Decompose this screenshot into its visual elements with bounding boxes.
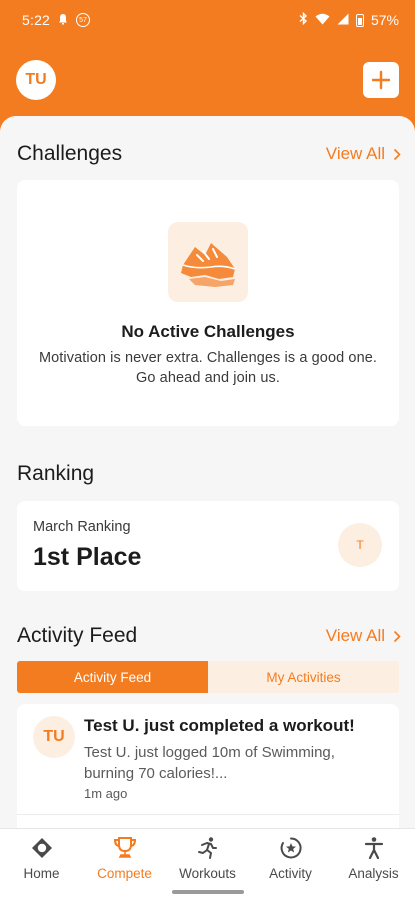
battery-icon xyxy=(355,13,364,27)
nav-activity[interactable]: Activity xyxy=(249,835,332,900)
empty-challenges-title: No Active Challenges xyxy=(121,322,295,341)
challenges-header: Challenges View All xyxy=(17,142,401,166)
ranking-label: March Ranking xyxy=(33,519,131,535)
activity-tabs: Activity Feed My Activities xyxy=(17,661,399,693)
ranking-value: 1st Place xyxy=(33,543,142,571)
nav-workouts-label: Workouts xyxy=(179,866,236,881)
chevron-right-icon xyxy=(393,148,401,160)
add-button[interactable] xyxy=(363,62,399,98)
activity-icon xyxy=(279,835,303,861)
activity-feed-title: Activity Feed xyxy=(17,624,138,647)
feed-divider xyxy=(17,814,399,815)
top-bar: TU xyxy=(0,58,415,102)
notification-icon xyxy=(57,13,69,28)
tab-my-activities[interactable]: My Activities xyxy=(208,661,399,693)
view-all-label: View All xyxy=(325,144,385,163)
running-person-icon xyxy=(196,835,220,861)
tab-activity-feed[interactable]: Activity Feed xyxy=(17,661,208,693)
ranking-card[interactable]: March Ranking 1st Place T xyxy=(17,501,399,591)
home-indicator xyxy=(172,890,244,894)
ranking-title: Ranking xyxy=(17,462,95,485)
feed-item[interactable]: TU Test U. just completed a workout! Tes… xyxy=(17,704,399,828)
app-badge-icon: 57 xyxy=(76,13,91,27)
plus-icon xyxy=(371,70,391,90)
nav-activity-label: Activity xyxy=(269,866,312,881)
status-right: 57% xyxy=(299,11,399,28)
person-icon xyxy=(362,835,386,861)
wifi-icon xyxy=(315,12,330,28)
nav-home-label: Home xyxy=(23,866,60,881)
main-content: Challenges View All No Active Challenges… xyxy=(0,116,415,828)
signal-icon xyxy=(337,12,349,28)
status-left: 5:22 57 xyxy=(22,12,91,28)
feed-item-body: Test U. just logged 10m of Swimming, bur… xyxy=(84,744,335,782)
status-time: 5:22 xyxy=(22,12,51,28)
view-all-label: View All xyxy=(325,626,385,645)
status-bar: 5:22 57 57% xyxy=(0,0,415,40)
nav-compete-label: Compete xyxy=(97,866,152,881)
bluetooth-icon xyxy=(299,11,308,28)
profile-avatar[interactable]: TU xyxy=(16,60,56,100)
challenges-title: Challenges xyxy=(17,142,123,165)
nav-compete[interactable]: Compete xyxy=(83,835,166,900)
running-shoe-icon xyxy=(168,222,248,302)
challenges-view-all-link[interactable]: View All xyxy=(326,144,401,164)
ranking-avatar: T xyxy=(338,523,382,567)
home-icon xyxy=(30,835,54,861)
chevron-right-icon xyxy=(393,630,401,642)
feed-item-title: Test U. just completed a workout! xyxy=(84,716,355,735)
challenges-empty-card: No Active Challenges Motivation is never… xyxy=(17,180,399,426)
nav-analysis-label: Analysis xyxy=(348,866,399,881)
trophy-icon xyxy=(112,835,138,861)
activity-feed-header: Activity Feed View All xyxy=(17,624,401,648)
nav-home[interactable]: Home xyxy=(0,835,83,900)
empty-challenges-description: Motivation is never extra. Challenges is… xyxy=(38,350,378,386)
battery-percent: 57% xyxy=(370,12,399,28)
feed-item-time: 1m ago xyxy=(84,786,128,801)
feed-avatar: TU xyxy=(33,716,75,758)
nav-analysis[interactable]: Analysis xyxy=(332,835,415,900)
ranking-header: Ranking xyxy=(17,462,401,486)
activity-feed-view-all-link[interactable]: View All xyxy=(326,626,401,646)
